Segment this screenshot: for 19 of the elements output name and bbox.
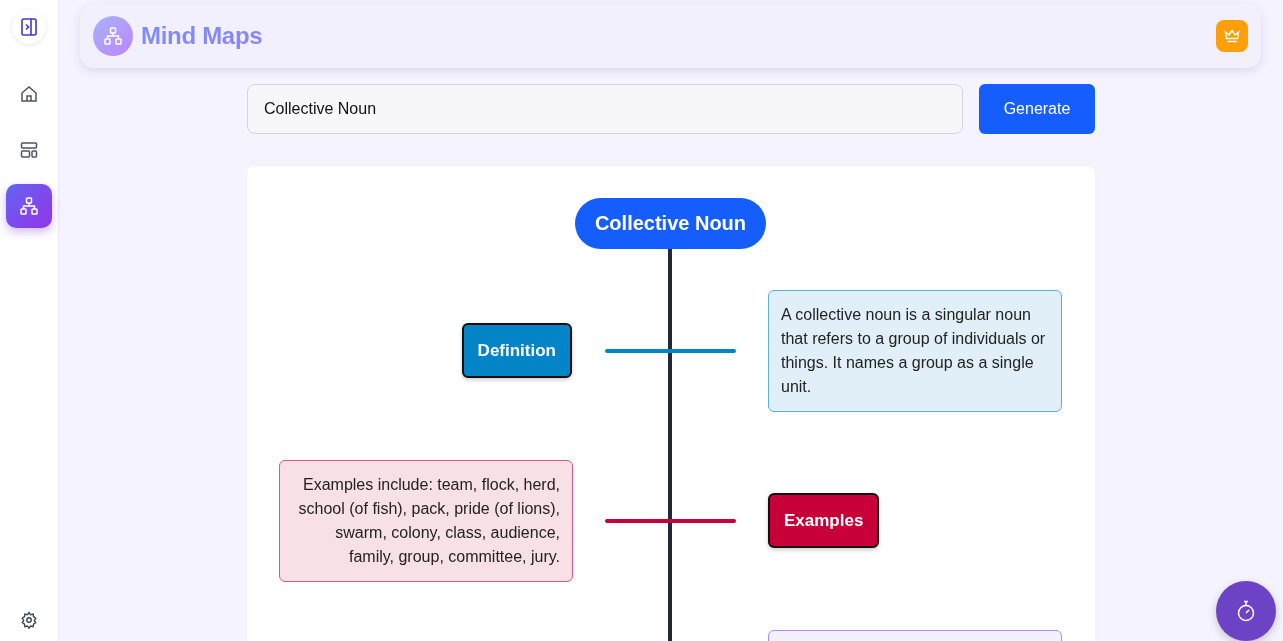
logo-icon	[93, 16, 133, 56]
topic-input[interactable]: Collective Noun	[247, 84, 963, 134]
hierarchy-icon	[19, 196, 39, 216]
generate-button[interactable]: Generate	[979, 84, 1095, 134]
sidebar-toggle-button[interactable]	[12, 10, 46, 44]
home-icon	[19, 84, 39, 104]
branch-node: Definition	[461, 323, 572, 378]
stopwatch-icon	[1236, 600, 1256, 622]
root-node: Collective Noun	[575, 198, 766, 249]
description-box: A collective noun is a singular noun that refers to a group of individuals or things. It names a group as a single unit.	[768, 290, 1062, 412]
branch-node: Examples	[768, 493, 880, 548]
timer-button[interactable]	[1216, 581, 1276, 641]
nav-item[interactable]	[6, 184, 52, 228]
layout-icon	[19, 140, 39, 160]
settings-button[interactable]	[20, 611, 38, 629]
settings-icon	[20, 611, 38, 629]
description-box: Examples include: team, flock, herd, school (of fish), pack, pride (of lions), swarm, colony, class, audience, family, group, committee, jury.	[279, 460, 573, 582]
crown-icon	[1224, 29, 1240, 43]
sidebar-toggle-icon	[21, 18, 37, 36]
